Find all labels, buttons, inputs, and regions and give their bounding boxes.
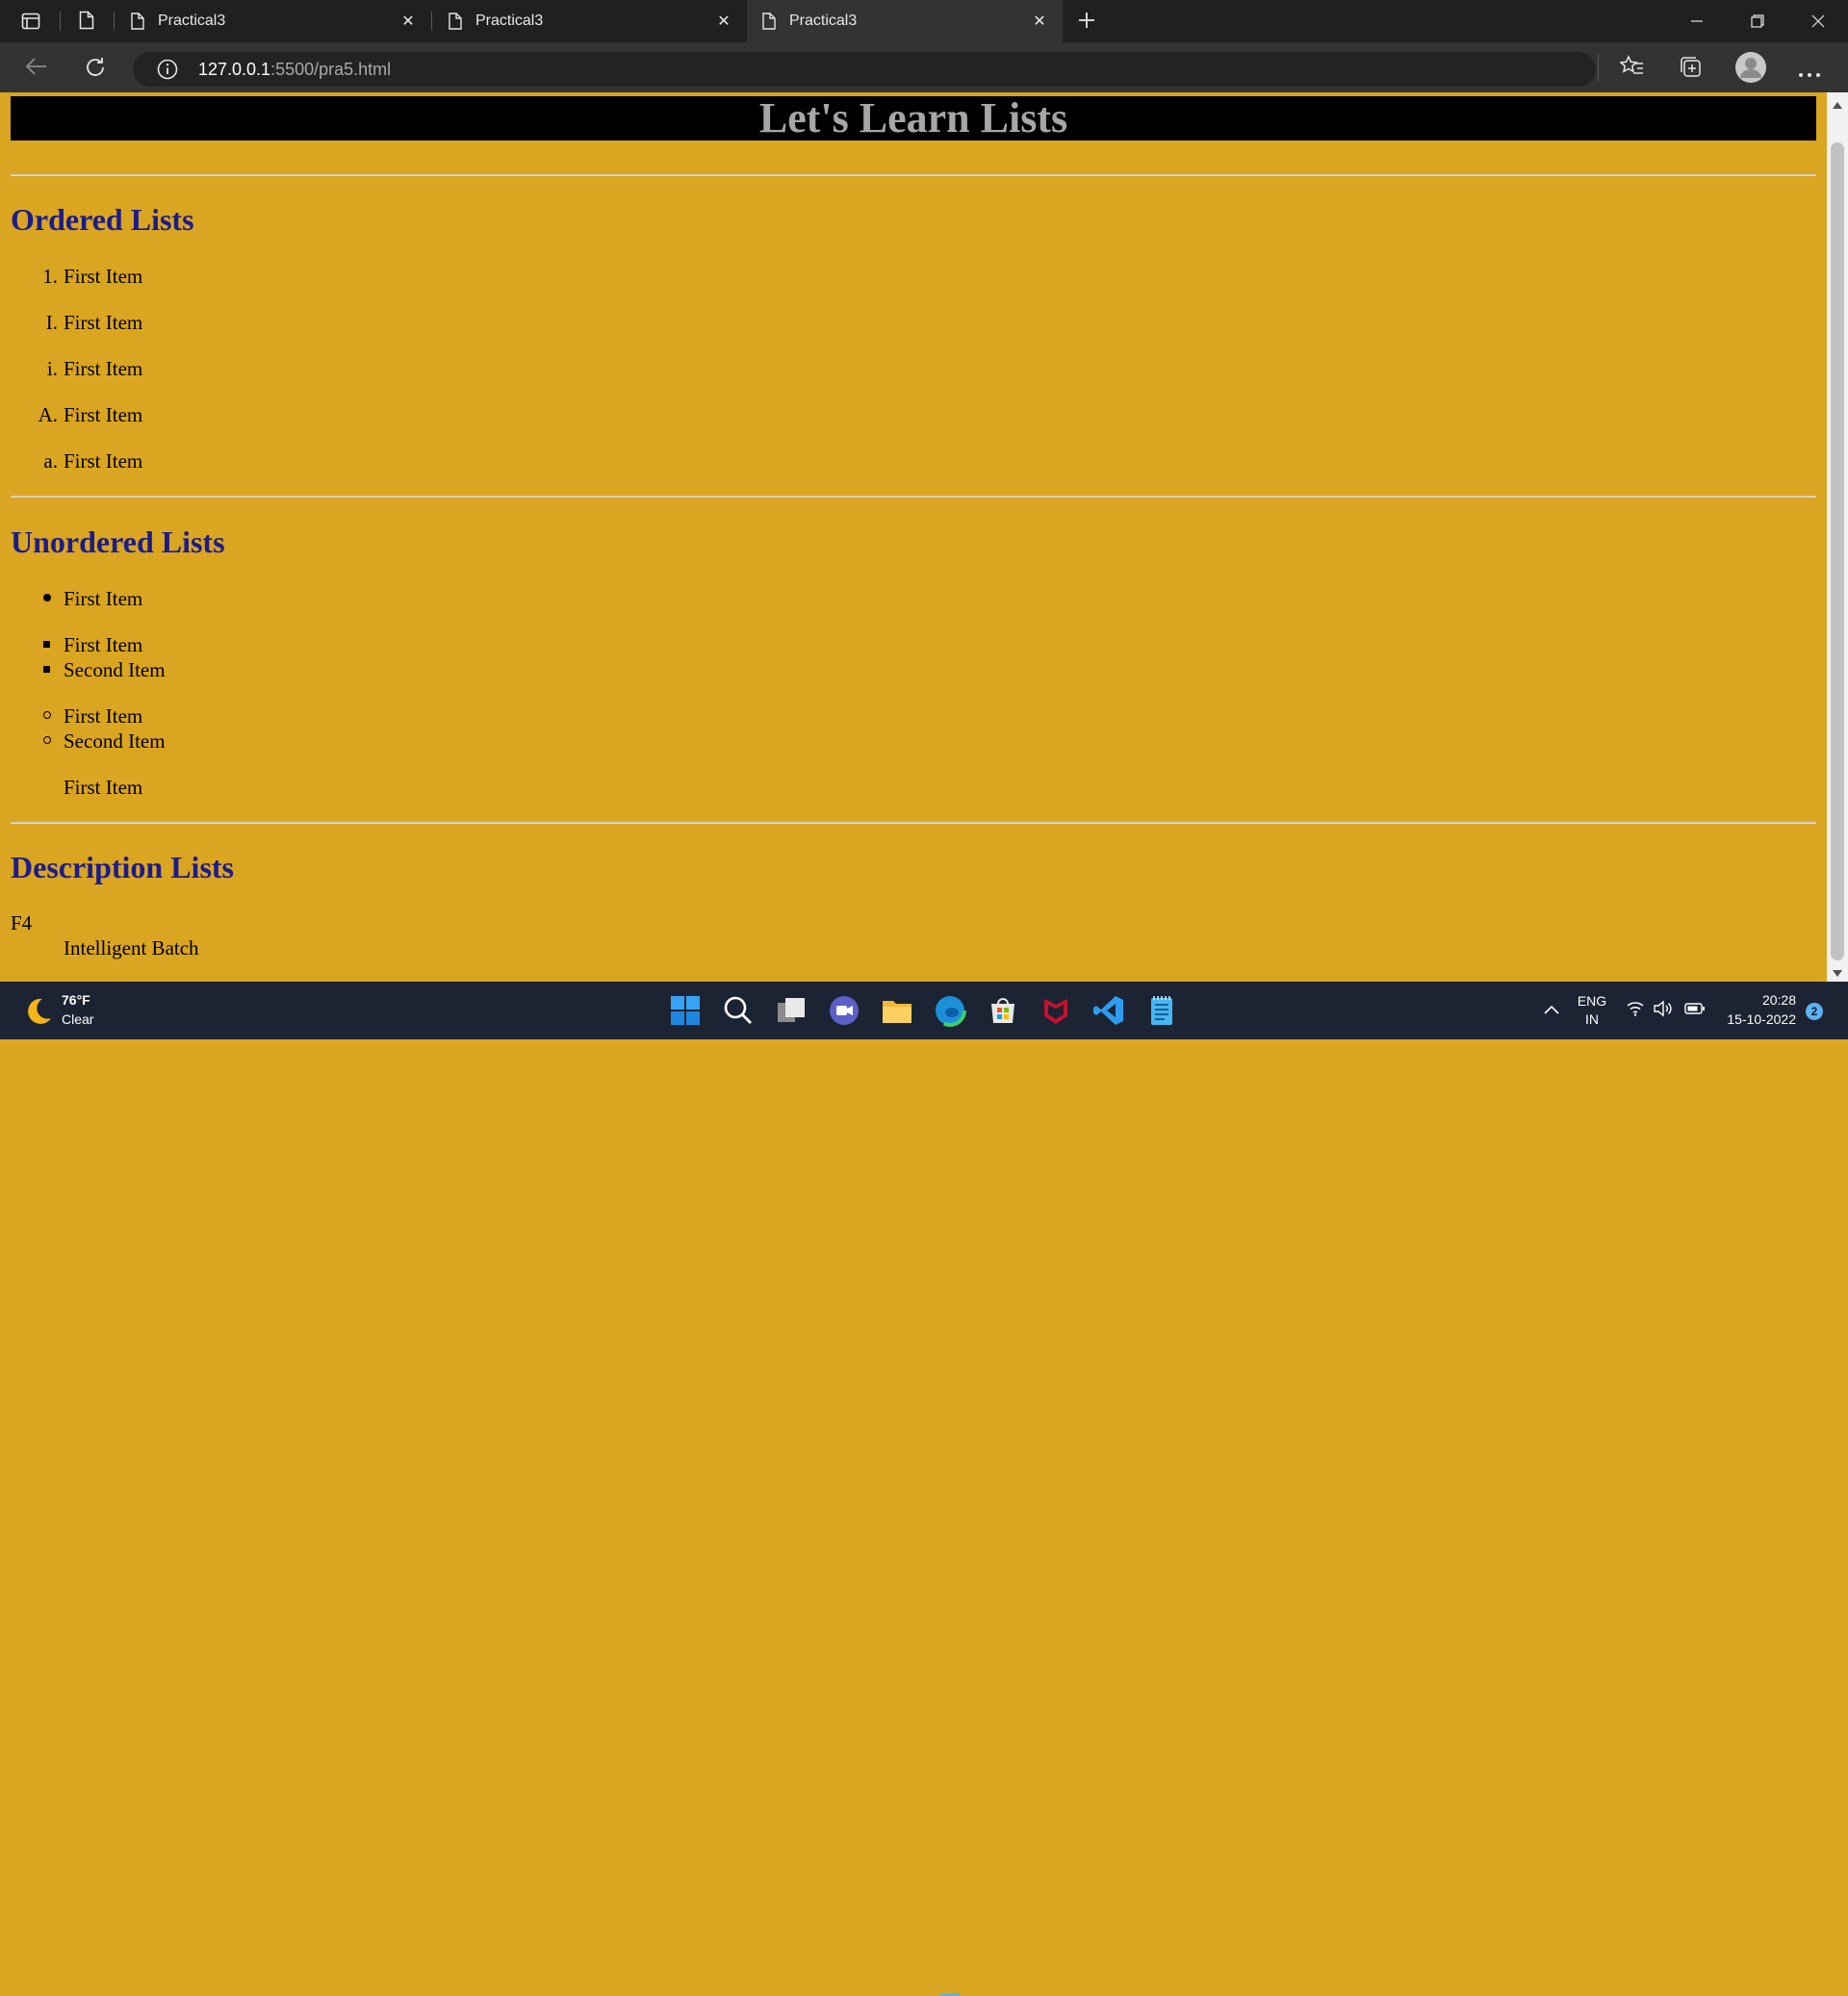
start-icon[interactable]: [668, 993, 703, 1028]
unordered-list-item: First Item: [64, 776, 143, 799]
unordered-list-item: First Item: [64, 633, 143, 656]
page-banner-title: Let's Learn Lists: [11, 96, 1816, 141]
more-menu-icon[interactable]: [1798, 65, 1821, 83]
edge-browser-icon[interactable]: [933, 993, 967, 1028]
page-viewport: Let's Learn Lists Ordered Lists 1. First…: [0, 92, 1827, 982]
ordered-list-item: First Item: [64, 403, 143, 426]
list-marker: A.: [38, 403, 58, 426]
list-marker: I.: [45, 311, 58, 334]
tab-bar: Practical3 ✕ Practical3 ✕ Practical3 ✕: [0, 0, 1848, 42]
tab-title: Practical3: [475, 13, 544, 29]
toolbar-divider: [1598, 54, 1599, 81]
favorites-icon[interactable]: [1619, 55, 1645, 85]
microsoft-store-icon[interactable]: [986, 993, 1020, 1028]
unordered-lists-heading: Unordered Lists: [11, 525, 225, 559]
volume-icon[interactable]: [1654, 1000, 1673, 1022]
weather-temperature: 76°F: [62, 992, 90, 1008]
clock-time[interactable]: 20:28: [1713, 991, 1796, 1009]
scrollbar-thumb[interactable]: [1831, 142, 1844, 960]
tab-actions-icon[interactable]: [21, 12, 40, 36]
clock-date[interactable]: 15-10-2022: [1713, 1011, 1796, 1028]
page-icon: [449, 13, 462, 30]
search-icon[interactable]: [721, 993, 756, 1028]
ordered-list-item: First Item: [64, 449, 143, 473]
unordered-list-item: Second Item: [64, 658, 166, 681]
ordered-list-item: First Item: [64, 311, 143, 334]
back-icon[interactable]: [25, 56, 48, 82]
ordered-lists-heading: Ordered Lists: [11, 202, 194, 237]
list-marker: 1.: [42, 265, 58, 288]
close-tab-icon[interactable]: ✕: [714, 12, 733, 31]
minimize-icon[interactable]: [1666, 0, 1728, 42]
weather-description: Clear: [62, 1011, 94, 1027]
tab-1[interactable]: Practical3 ✕: [116, 0, 431, 42]
unordered-list-item: Second Item: [64, 729, 166, 753]
notepad-icon[interactable]: [1144, 993, 1179, 1028]
tab-2[interactable]: Practical3 ✕: [433, 0, 747, 42]
tab-title: Practical3: [158, 13, 226, 29]
vscode-icon[interactable]: [1091, 993, 1126, 1028]
wifi-icon[interactable]: [1627, 1001, 1644, 1021]
page-icon: [762, 13, 776, 30]
square-bullet: [43, 666, 50, 673]
ordered-list-item: First Item: [64, 265, 143, 288]
description-term: F4: [11, 911, 33, 934]
close-tab-icon[interactable]: ✕: [398, 12, 418, 31]
notification-badge[interactable]: 2: [1806, 1003, 1823, 1020]
list-marker: i.: [46, 357, 58, 380]
url-host: 127.0.0.1: [198, 60, 271, 79]
unordered-list-item: First Item: [64, 587, 143, 610]
url-text[interactable]: 127.0.0.1:5500/pra5.html: [198, 58, 391, 81]
workspace-tab-icon[interactable]: [79, 11, 94, 35]
site-info-icon[interactable]: [156, 58, 179, 86]
close-window-icon[interactable]: [1787, 0, 1848, 42]
moon-weather-icon[interactable]: [21, 995, 54, 1033]
scroll-up-icon[interactable]: [1832, 97, 1843, 115]
square-bullet: [43, 641, 50, 648]
horizontal-rule: [11, 496, 1816, 498]
page-icon: [131, 13, 144, 30]
url-path: :5500/pra5.html: [270, 60, 392, 79]
language-code[interactable]: ENG: [1575, 992, 1609, 1010]
taskbar: 76°F Clear ENG IN 20:28 15-10-2022 2: [0, 982, 1848, 1996]
mcafee-icon[interactable]: [1039, 993, 1073, 1028]
new-tab-icon[interactable]: [1076, 10, 1097, 36]
teams-chat-icon[interactable]: [827, 993, 861, 1028]
task-view-icon[interactable]: [774, 993, 808, 1028]
refresh-icon[interactable]: [84, 56, 107, 84]
collections-icon[interactable]: [1679, 55, 1704, 85]
show-hidden-icons-icon[interactable]: [1543, 1003, 1560, 1020]
close-tab-icon[interactable]: ✕: [1030, 12, 1049, 31]
restore-icon[interactable]: [1727, 0, 1788, 42]
horizontal-rule: [11, 822, 1816, 824]
file-explorer-icon[interactable]: [880, 993, 914, 1028]
profile-avatar-icon[interactable]: [1734, 51, 1767, 89]
circle-bullet: [43, 736, 51, 744]
battery-icon[interactable]: [1684, 1002, 1706, 1020]
tab-3-active[interactable]: Practical3 ✕: [747, 0, 1063, 42]
circle-bullet: [43, 711, 51, 719]
description-lists-heading: Description Lists: [11, 850, 234, 884]
language-region[interactable]: IN: [1575, 1011, 1609, 1028]
description-definition: Intelligent Batch: [64, 936, 199, 960]
horizontal-rule: [11, 174, 1816, 176]
disc-bullet: [43, 594, 51, 601]
list-marker: a.: [43, 449, 58, 473]
ordered-list-item: First Item: [64, 357, 143, 380]
unordered-list-item: First Item: [64, 704, 143, 728]
tab-title: Practical3: [789, 13, 858, 29]
